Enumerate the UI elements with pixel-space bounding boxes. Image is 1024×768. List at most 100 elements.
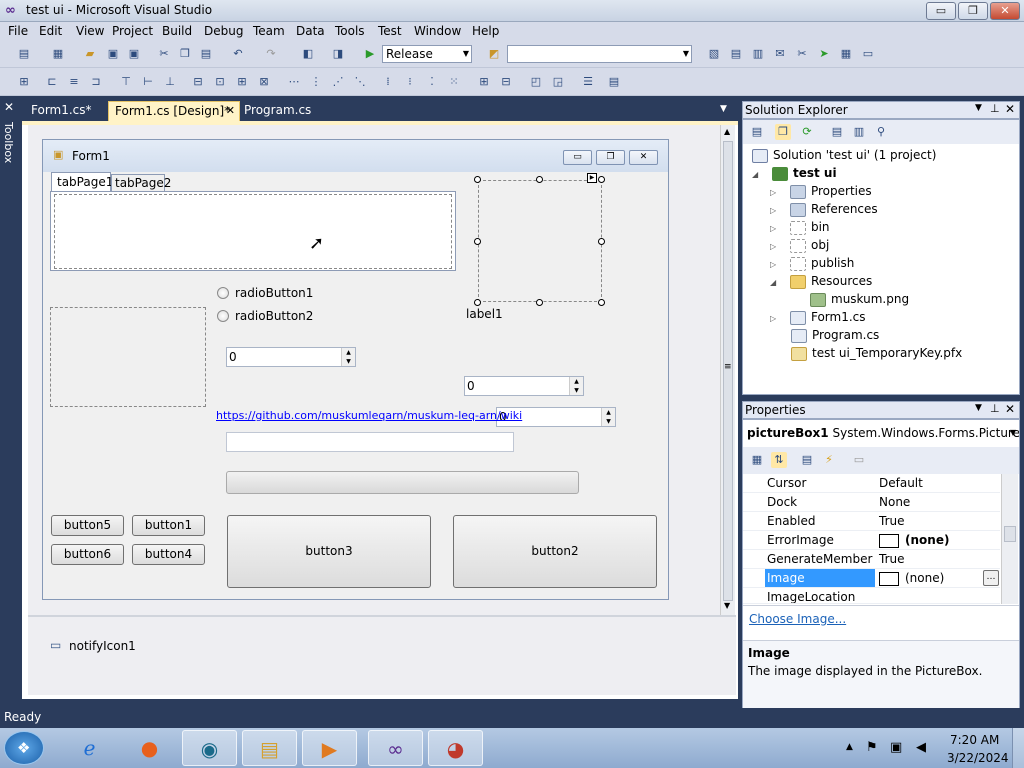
navigate-backward-icon[interactable]: ◧ xyxy=(300,46,316,62)
media-player-icon[interactable]: ◉ xyxy=(182,730,237,766)
property-value[interactable]: True xyxy=(879,550,905,568)
align-rights-icon[interactable]: ⊐ xyxy=(88,74,104,90)
resize-handle[interactable] xyxy=(474,299,481,306)
choose-image-link[interactable]: Choose Image... xyxy=(749,612,846,626)
menu-test[interactable]: Test xyxy=(378,24,402,38)
property-row-cursor[interactable]: Cursor Default xyxy=(743,474,1000,493)
expanded-icon[interactable]: ◢ xyxy=(770,278,776,287)
window-position-icon[interactable]: ▼ xyxy=(975,403,982,413)
start-button[interactable]: ❖ xyxy=(4,731,44,765)
object-browser-icon[interactable]: ▥ xyxy=(750,46,766,62)
align-centers-icon[interactable]: ≡ xyxy=(66,74,82,90)
button4[interactable]: button4 xyxy=(132,544,205,565)
property-value[interactable]: None xyxy=(879,493,910,511)
save-icon[interactable]: ▣ xyxy=(105,46,121,62)
menu-help[interactable]: Help xyxy=(472,24,499,38)
extension-manager-icon[interactable]: ▦ xyxy=(838,46,854,62)
tree-solution[interactable]: Solution 'test ui' (1 project) xyxy=(752,146,936,164)
remove-hspacing-icon[interactable]: ⋱ xyxy=(352,74,368,90)
tree-item-program[interactable]: Program.cs xyxy=(791,326,879,344)
button1[interactable]: button1 xyxy=(132,515,205,536)
collapsed-icon[interactable]: ▷ xyxy=(770,314,776,323)
view-code-icon[interactable]: ▤ xyxy=(829,124,845,140)
tab-form1-code[interactable]: Form1.cs* xyxy=(25,101,98,121)
find-in-files-icon[interactable]: ◩ xyxy=(486,46,502,62)
tab-page-surface[interactable] xyxy=(54,194,452,269)
send-to-back-icon[interactable]: ◲ xyxy=(550,74,566,90)
radio-circle[interactable] xyxy=(217,287,229,299)
tree-item-form1[interactable]: ▷ Form1.cs xyxy=(770,308,866,326)
collapsed-icon[interactable]: ▷ xyxy=(770,224,776,233)
property-row-imagelocation[interactable]: ImageLocation xyxy=(743,588,1000,604)
collapsed-icon[interactable]: ▷ xyxy=(770,188,776,197)
visual-studio-taskbar-icon[interactable]: ∞ xyxy=(368,730,423,766)
spin-buttons[interactable]: ▲ ▼ xyxy=(601,408,615,426)
property-row-generatemember[interactable]: GenerateMember True xyxy=(743,550,1000,569)
menu-edit[interactable]: Edit xyxy=(39,24,62,38)
firefox-icon[interactable]: ● xyxy=(122,730,177,766)
tab-page1[interactable]: tabPage1 xyxy=(51,172,113,192)
tab-overflow-icon[interactable]: ▼ xyxy=(720,104,727,114)
menu-team[interactable]: Team xyxy=(253,24,285,38)
events-icon[interactable]: ⚡ xyxy=(821,452,837,468)
link-label[interactable]: https://github.com/muskumleqarn/muskum-l… xyxy=(216,409,522,422)
maximize-button[interactable]: ❐ xyxy=(958,2,988,20)
tab-program-cs[interactable]: Program.cs xyxy=(238,101,317,121)
increase-hspacing-icon[interactable]: ⋮ xyxy=(308,74,324,90)
tree-project[interactable]: ◢ test ui xyxy=(752,164,837,182)
configuration-dropdown[interactable]: Release ▼ xyxy=(382,45,472,63)
spin-buttons[interactable]: ▲ ▼ xyxy=(341,348,355,366)
navigate-forward-icon[interactable]: ◨ xyxy=(330,46,346,62)
tab-order-icon[interactable]: ☰ xyxy=(580,74,596,90)
make-same-height-icon[interactable]: ⊡ xyxy=(212,74,228,90)
scroll-down-icon[interactable]: ▼ xyxy=(724,601,730,610)
class-diagram-icon[interactable]: ⚲ xyxy=(873,124,889,140)
window-position-icon[interactable]: ▼ xyxy=(975,103,982,113)
copy-icon[interactable]: ❐ xyxy=(177,46,193,62)
view-designer-icon[interactable]: ▥ xyxy=(851,124,867,140)
auto-hide-pin-icon[interactable]: ⊥ xyxy=(990,402,1000,415)
clock-time[interactable]: 7:20 AM xyxy=(950,733,999,747)
align-bottoms-icon[interactable]: ⊥ xyxy=(162,74,178,90)
smart-tag-icon[interactable]: ▶ xyxy=(587,173,597,183)
tools-icon[interactable]: ✂ xyxy=(794,46,810,62)
file-explorer-icon[interactable]: ▤ xyxy=(242,730,297,766)
menu-file[interactable]: File xyxy=(8,24,28,38)
properties-view-icon[interactable]: ▤ xyxy=(799,452,815,468)
network-icon[interactable]: ▣ xyxy=(890,740,902,755)
tab-control-body[interactable] xyxy=(50,191,456,271)
picturebox1[interactable] xyxy=(478,180,602,302)
property-value[interactable]: (none) xyxy=(879,569,944,587)
paste-icon[interactable]: ▤ xyxy=(198,46,214,62)
collapsed-icon[interactable]: ▷ xyxy=(770,206,776,215)
designer-vertical-scrollbar[interactable]: ▲ ≡ ▼ xyxy=(720,125,735,615)
tree-item-bin[interactable]: ▷ bin xyxy=(770,218,830,236)
tree-item-references[interactable]: ▷ References xyxy=(770,200,878,218)
save-all-icon[interactable]: ▣ xyxy=(126,46,142,62)
alphabetical-icon[interactable]: ⇅ xyxy=(771,452,787,468)
new-project-icon[interactable]: ▤ xyxy=(16,46,32,62)
volume-muted-icon[interactable]: ◀ xyxy=(916,740,926,755)
ellipsis-button[interactable]: … xyxy=(983,570,999,586)
toolbox-tab[interactable]: Toolbox xyxy=(2,122,15,163)
property-value[interactable]: Default xyxy=(879,474,923,492)
menu-data[interactable]: Data xyxy=(296,24,325,38)
resize-handle[interactable] xyxy=(598,176,605,183)
close-panel-icon[interactable]: ✕ xyxy=(1005,402,1015,416)
resize-handle[interactable] xyxy=(536,299,543,306)
add-item-icon[interactable]: ▦ xyxy=(50,46,66,62)
show-desktop-button[interactable] xyxy=(1012,728,1024,768)
button3[interactable]: button3 xyxy=(227,515,431,588)
make-same-size-icon[interactable]: ⊞ xyxy=(234,74,250,90)
spin-buttons[interactable]: ▲ ▼ xyxy=(569,377,583,395)
horizontal-spacing-icon[interactable]: ⋯ xyxy=(286,74,302,90)
scroll-thumb[interactable] xyxy=(1004,526,1016,542)
close-panel-icon[interactable]: ✕ xyxy=(1005,102,1015,116)
lock-controls-icon[interactable]: ▤ xyxy=(606,74,622,90)
toolbox-icon[interactable]: ✉ xyxy=(772,46,788,62)
auto-hide-pin-icon[interactable]: ⊥ xyxy=(990,102,1000,115)
bring-to-front-icon[interactable]: ◰ xyxy=(528,74,544,90)
tree-item-muskum-png[interactable]: muskum.png xyxy=(810,290,909,308)
property-pages-icon[interactable]: ▭ xyxy=(851,452,867,468)
label1[interactable]: label1 xyxy=(466,307,503,321)
